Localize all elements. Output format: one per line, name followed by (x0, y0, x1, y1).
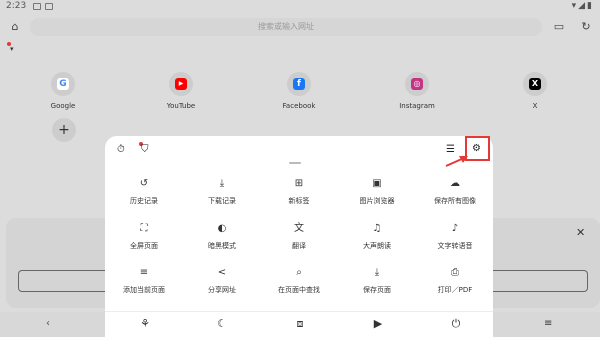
shortcut-label: YouTube (166, 102, 196, 110)
box-icon[interactable]: ⧈ (292, 316, 308, 332)
history-icon: ↺ (139, 178, 149, 189)
youtube-icon: ▶ (175, 78, 187, 90)
menu-item-label: 文字转语音 (437, 242, 473, 250)
dark-mode-icon: ◐ (217, 223, 227, 234)
night-mode-icon[interactable]: ☾ (214, 316, 230, 332)
image-browser-icon: ▣ (372, 178, 382, 189)
shortcut-x[interactable]: X X (500, 72, 570, 110)
menu-item-label: 保存页面 (363, 286, 391, 294)
shortcut-google[interactable]: G Google (28, 72, 98, 110)
sheet-divider (105, 311, 493, 312)
url-placeholder: 搜索或输入网址 (258, 22, 314, 31)
status-bar: 2:23 ▾◢▮ (0, 0, 600, 14)
menu-item-share[interactable]: < 分享网址 (182, 267, 262, 295)
menu-item-text-to-speech[interactable]: ♪ 文字转语音 (415, 223, 495, 251)
menu-item-read-aloud[interactable]: ♫ 大声朗读 (337, 223, 417, 251)
add-shortcut-button[interactable]: + (52, 118, 76, 142)
text-to-speech-icon: ♪ (451, 223, 459, 234)
instagram-icon: ◎ (411, 78, 423, 90)
system-indicators-icon: ▾◢▮ (571, 1, 594, 11)
menu-item-label: 全屏页面 (130, 242, 158, 250)
download-icon: ⤓ (219, 178, 225, 189)
sheet-handle[interactable] (289, 162, 301, 164)
dropdown-icon[interactable]: ▾ (10, 45, 14, 53)
extensions-icon[interactable]: ⚘ (137, 316, 153, 332)
menu-item-history[interactable]: ↺ 历史记录 (104, 178, 184, 206)
video-icon[interactable]: ▶ (370, 316, 386, 332)
menu-item-image-browser[interactable]: ▣ 图片浏览器 (337, 178, 417, 206)
status-time: 2:23 (6, 1, 27, 11)
menu-item-label: 历史记录 (130, 197, 158, 205)
menu-item-label: 图片浏览器 (359, 197, 395, 205)
shortcut-facebook[interactable]: f Facebook (264, 72, 334, 110)
close-icon[interactable]: ✕ (576, 226, 585, 239)
save-page-icon: ⤓ (374, 267, 380, 278)
menu-item-label: 新标签 (288, 197, 310, 205)
menu-item-print[interactable]: ⎙ 打印／PDF (415, 267, 495, 295)
menu-item-label: 分享网址 (208, 286, 236, 294)
notification-icon (45, 3, 53, 10)
arrow-annotation-icon (445, 156, 468, 167)
google-icon: G (57, 78, 69, 90)
power-icon[interactable]: ⏻ (448, 316, 464, 332)
share-icon: < (217, 267, 227, 278)
shield-icon[interactable]: ⛉ (141, 144, 149, 155)
menu-item-dark-mode[interactable]: ◐ 暗黑模式 (182, 223, 262, 251)
url-bar[interactable]: 搜索或输入网址 (30, 18, 542, 36)
shortcut-label: Google (50, 102, 76, 110)
menu-item-find-in-page[interactable]: ⌕ 在页面中查找 (259, 267, 339, 295)
menu-item-label: 翻译 (292, 242, 306, 250)
shortcut-label: Facebook (282, 102, 316, 110)
back-icon[interactable]: ‹ (46, 318, 50, 329)
menu-item-save-images[interactable]: ☁ 保存所有图像 (415, 178, 495, 206)
fullscreen-icon: ⛶ (140, 223, 148, 234)
translate-icon: 文 (294, 223, 304, 234)
menu-item-translate[interactable]: 文 翻译 (259, 223, 339, 251)
menu-item-new-tab[interactable]: ⊞ 新标签 (259, 178, 339, 206)
find-in-page-icon: ⌕ (296, 267, 302, 278)
shortcut-instagram[interactable]: ◎ Instagram (382, 72, 452, 110)
reload-icon[interactable]: ↻ (579, 20, 593, 34)
menu-item-add-page[interactable]: ≡ 添加当前页面 (104, 267, 184, 295)
add-page-icon: ≡ (139, 267, 149, 278)
menu-item-label: 大声朗读 (363, 242, 391, 250)
home-icon[interactable]: ⌂ (8, 20, 22, 34)
save-images-icon: ☁ (450, 178, 460, 189)
menu-item-save-page[interactable]: ⤓ 保存页面 (337, 267, 417, 295)
menu-item-label: 下载记录 (208, 197, 236, 205)
read-aloud-icon: ♫ (372, 223, 382, 234)
shortcut-youtube[interactable]: ▶ YouTube (146, 72, 216, 110)
menu-icon[interactable]: ≡ (544, 318, 552, 329)
timer-icon[interactable]: ⏱ (117, 144, 125, 155)
menu-item-label: 暗黑模式 (208, 242, 236, 250)
menu-item-fullscreen[interactable]: ⛶ 全屏页面 (104, 223, 184, 251)
menu-item-label: 保存所有图像 (434, 197, 476, 205)
menu-item-downloads[interactable]: ⤓ 下载记录 (182, 178, 262, 206)
menu-item-label: 在页面中查找 (278, 286, 320, 294)
facebook-icon: f (293, 78, 305, 90)
menu-item-label: 打印／PDF (437, 286, 473, 294)
new-tab-icon: ⊞ (294, 178, 304, 189)
x-icon: X (529, 78, 541, 90)
tab-switcher-icon[interactable]: ▭ (552, 20, 566, 34)
shortcut-label: Instagram (399, 102, 435, 110)
notification-icon (33, 3, 41, 10)
print-icon: ⎙ (451, 267, 459, 278)
menu-item-label: 添加当前页面 (123, 286, 165, 294)
shortcut-label: X (532, 102, 538, 110)
